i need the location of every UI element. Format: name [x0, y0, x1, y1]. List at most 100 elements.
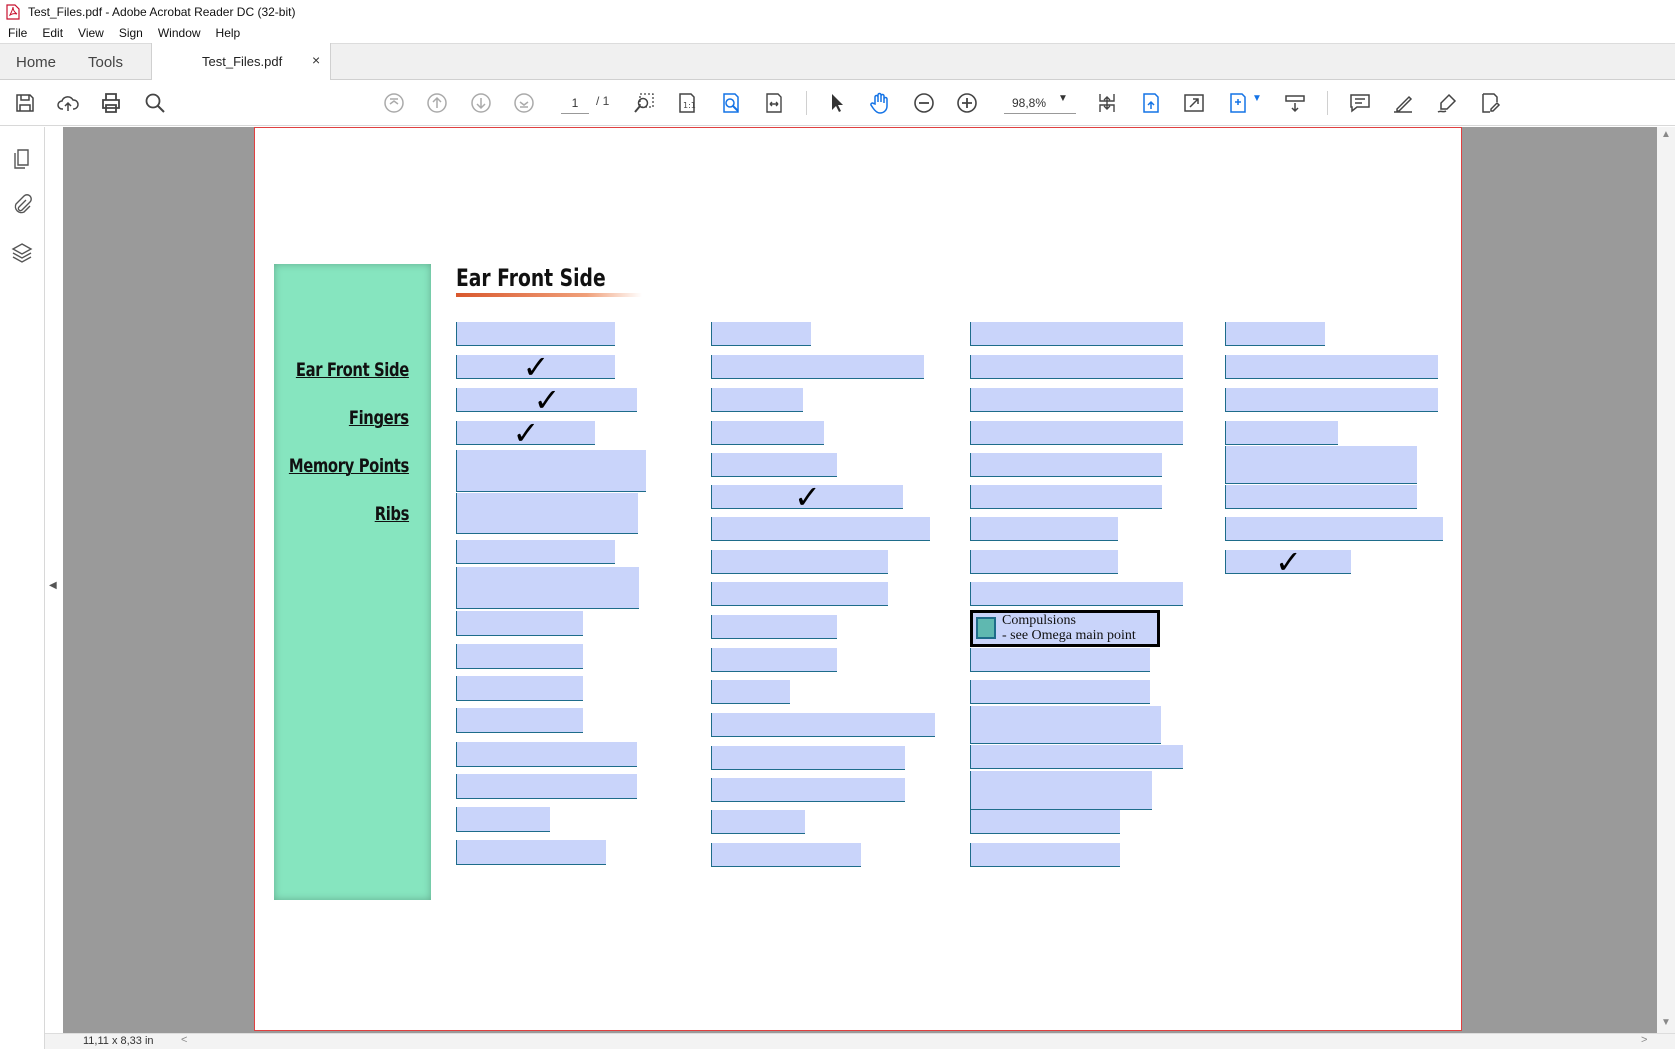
- form-field[interactable]: [711, 648, 837, 672]
- scroll-down-icon[interactable]: ▼: [1661, 1017, 1671, 1028]
- form-field[interactable]: [456, 807, 550, 832]
- form-field[interactable]: [456, 493, 638, 534]
- form-field[interactable]: [456, 450, 646, 492]
- page-number-input[interactable]: 1: [561, 92, 589, 114]
- form-field[interactable]: [1225, 485, 1417, 509]
- form-field[interactable]: [970, 706, 1161, 744]
- menu-view[interactable]: View: [78, 26, 104, 40]
- menu-window[interactable]: Window: [158, 26, 201, 40]
- form-field[interactable]: [970, 421, 1183, 445]
- scroll-left-icon[interactable]: <: [181, 1034, 187, 1046]
- form-field[interactable]: [711, 517, 930, 541]
- form-field[interactable]: [711, 550, 888, 574]
- form-field-checked[interactable]: [456, 355, 615, 379]
- form-field[interactable]: [970, 745, 1183, 769]
- hand-tool-button[interactable]: [866, 89, 894, 117]
- form-field[interactable]: [711, 713, 935, 737]
- edit-pdf-button[interactable]: [1476, 89, 1504, 117]
- form-field[interactable]: [711, 421, 824, 445]
- form-field[interactable]: [1225, 322, 1325, 346]
- form-field[interactable]: [456, 540, 615, 564]
- form-field[interactable]: [456, 676, 583, 701]
- nav-link-memory-points[interactable]: Memory Points: [289, 455, 409, 477]
- rotate-view-button[interactable]: [1137, 89, 1165, 117]
- scroll-mode-button[interactable]: [1093, 89, 1121, 117]
- form-field-checked[interactable]: [456, 421, 595, 445]
- nav-link-ear-front-side[interactable]: Ear Front Side: [296, 359, 409, 381]
- save-button[interactable]: [11, 89, 39, 117]
- zoom-out-button[interactable]: [910, 89, 938, 117]
- menu-sign[interactable]: Sign: [119, 26, 143, 40]
- zoom-dropdown-icon[interactable]: ▼: [1058, 93, 1068, 104]
- select-tool-button[interactable]: [823, 89, 851, 117]
- form-field[interactable]: [456, 644, 583, 669]
- comment-button[interactable]: [1346, 89, 1374, 117]
- form-field[interactable]: [970, 582, 1183, 606]
- first-page-button[interactable]: [380, 89, 408, 117]
- form-field[interactable]: [970, 680, 1150, 704]
- previous-page-button[interactable]: [423, 89, 451, 117]
- form-field[interactable]: [1225, 517, 1443, 541]
- form-field[interactable]: [970, 517, 1118, 541]
- form-field[interactable]: [711, 355, 924, 379]
- read-mode-button[interactable]: [1281, 89, 1309, 117]
- form-field[interactable]: [1225, 421, 1338, 445]
- last-page-button[interactable]: [510, 89, 538, 117]
- expand-panel-icon[interactable]: ◀: [49, 580, 57, 591]
- page-thumbnails-icon[interactable]: [10, 147, 34, 171]
- nav-link-fingers[interactable]: Fingers: [349, 407, 409, 429]
- form-field[interactable]: [456, 611, 583, 636]
- form-field[interactable]: [711, 388, 803, 412]
- next-page-button[interactable]: [467, 89, 495, 117]
- form-field[interactable]: [456, 742, 637, 767]
- form-field-checked[interactable]: [456, 388, 637, 412]
- scroll-right-icon[interactable]: >: [1641, 1034, 1647, 1046]
- form-field[interactable]: [711, 746, 905, 770]
- tab-document[interactable]: Test_Files.pdf ×: [151, 43, 331, 81]
- form-field[interactable]: [711, 810, 805, 834]
- full-screen-button[interactable]: [1180, 89, 1208, 117]
- form-field[interactable]: [711, 843, 861, 867]
- form-field[interactable]: [970, 771, 1152, 810]
- form-field[interactable]: [711, 778, 905, 802]
- fill-sign-button[interactable]: [1224, 89, 1252, 117]
- form-field[interactable]: [1225, 388, 1438, 412]
- marquee-zoom-button[interactable]: [630, 89, 658, 117]
- form-field[interactable]: [970, 810, 1120, 834]
- form-field[interactable]: [1225, 355, 1438, 379]
- form-field[interactable]: [456, 567, 639, 609]
- form-field[interactable]: [711, 453, 837, 477]
- sign-button[interactable]: [1433, 89, 1461, 117]
- form-field[interactable]: [970, 322, 1183, 346]
- layers-icon[interactable]: [10, 241, 34, 265]
- form-field[interactable]: [456, 774, 637, 799]
- form-field[interactable]: [711, 582, 888, 606]
- form-field[interactable]: [456, 322, 615, 346]
- tab-tools[interactable]: Tools: [88, 44, 123, 80]
- form-field[interactable]: [970, 453, 1162, 477]
- fit-page-button[interactable]: [717, 89, 745, 117]
- form-field[interactable]: [970, 550, 1118, 574]
- form-field-checked[interactable]: [1225, 550, 1351, 574]
- form-field[interactable]: [711, 322, 811, 346]
- form-field[interactable]: [456, 840, 606, 865]
- tab-home[interactable]: Home: [16, 44, 56, 80]
- highlight-button[interactable]: [1389, 89, 1417, 117]
- form-field[interactable]: [970, 355, 1183, 379]
- form-field-checked[interactable]: [711, 485, 903, 509]
- form-field[interactable]: [711, 680, 790, 704]
- find-button[interactable]: [141, 89, 169, 117]
- form-field[interactable]: [970, 388, 1183, 412]
- compulsions-note[interactable]: Compulsions - see Omega main point: [970, 610, 1160, 647]
- menu-help[interactable]: Help: [216, 26, 241, 40]
- print-button[interactable]: [97, 89, 125, 117]
- menu-file[interactable]: File: [8, 26, 27, 40]
- actual-size-button[interactable]: 1:1: [673, 89, 701, 117]
- form-field[interactable]: [711, 615, 837, 639]
- menu-edit[interactable]: Edit: [42, 26, 63, 40]
- vertical-scrollbar[interactable]: ▲ ▼: [1657, 127, 1675, 1033]
- scroll-up-icon[interactable]: ▲: [1661, 129, 1671, 140]
- form-field[interactable]: [970, 485, 1162, 509]
- form-field[interactable]: [970, 843, 1120, 867]
- form-field[interactable]: [456, 708, 583, 733]
